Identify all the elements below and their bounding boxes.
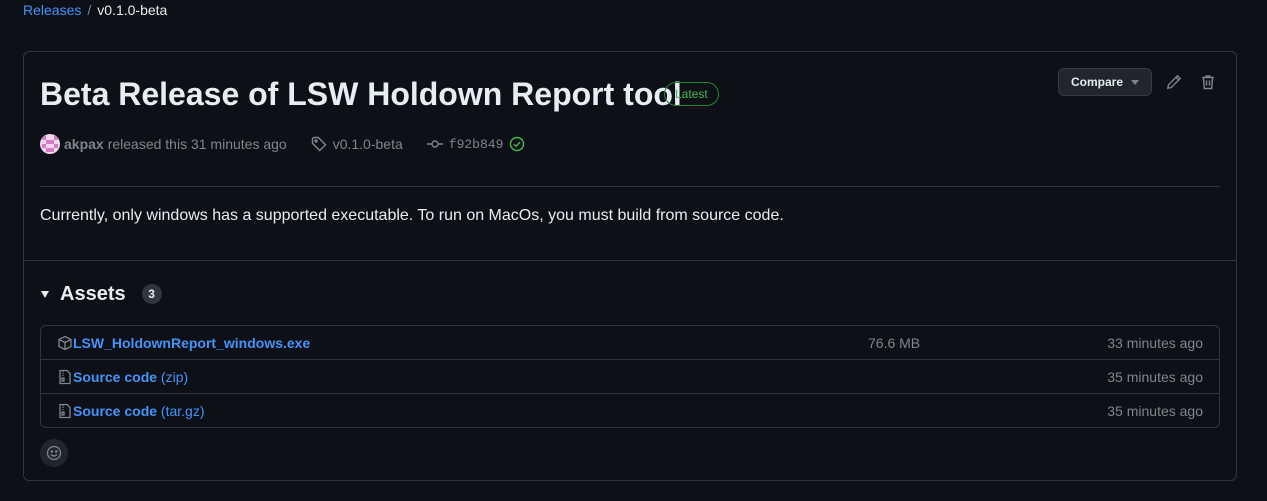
avatar[interactable] <box>40 134 60 154</box>
breadcrumb-current: v0.1.0-beta <box>97 2 168 18</box>
tag-name: v0.1.0-beta <box>332 136 403 152</box>
verified-check-icon[interactable] <box>509 136 525 152</box>
compare-button[interactable]: Compare <box>1057 68 1152 96</box>
assets-list: LSW_HoldownReport_windows.exe 76.6 MB 33… <box>40 325 1220 428</box>
add-reaction-button[interactable] <box>40 439 68 467</box>
breadcrumb-releases-link[interactable]: Releases <box>23 1 81 19</box>
compare-label: Compare <box>1070 75 1123 89</box>
asset-time: 33 minutes ago <box>1107 334 1203 351</box>
released-text: released this 31 minutes ago <box>107 136 287 152</box>
git-commit-icon <box>426 140 443 148</box>
asset-time: 35 minutes ago <box>1107 368 1203 385</box>
file-zip-icon <box>57 369 73 385</box>
tag-icon <box>311 136 327 152</box>
asset-download-link[interactable]: Source code (tar.gz) <box>73 403 205 419</box>
assets-section: Assets 3 LSW_HoldownReport_windows.exe 7… <box>24 261 1236 428</box>
release-notes: Currently, only windows has a supported … <box>40 207 784 224</box>
asset-size: 76.6 MB <box>868 334 921 351</box>
asset-row: Source code (tar.gz) 35 minutes ago <box>41 393 1219 427</box>
release-actions: Compare <box>1057 68 1220 96</box>
file-zip-icon <box>57 403 73 419</box>
assets-toggle[interactable]: Assets 3 <box>40 261 1220 325</box>
release-title[interactable]: Beta Release of LSW Holdown Report tool <box>40 76 682 112</box>
triangle-down-icon <box>41 290 49 298</box>
release-meta: akpax released this 31 minutes ago v0.1.… <box>40 134 525 154</box>
smiley-icon <box>46 445 62 461</box>
latest-badge: Latest <box>664 82 719 106</box>
asset-row: Source code (zip) 35 minutes ago <box>41 359 1219 393</box>
asset-download-link[interactable]: LSW_HoldownReport_windows.exe <box>73 335 310 351</box>
delete-button[interactable] <box>1196 70 1220 94</box>
asset-download-link[interactable]: Source code (zip) <box>73 369 188 385</box>
release-header: Beta Release of LSW Holdown Report tool … <box>24 52 1236 260</box>
edit-button[interactable] <box>1162 70 1186 94</box>
release-card: Beta Release of LSW Holdown Report tool … <box>23 51 1237 481</box>
assets-title: Assets <box>60 282 126 305</box>
commit-sha: f92b849 <box>448 136 504 152</box>
package-icon <box>57 335 73 351</box>
asset-row: LSW_HoldownReport_windows.exe 76.6 MB 33… <box>41 326 1219 359</box>
breadcrumb: Releases / v0.1.0-beta <box>23 0 167 20</box>
author-link[interactable]: akpax <box>64 136 104 152</box>
tag-link[interactable]: v0.1.0-beta <box>311 136 403 152</box>
header-divider <box>40 186 1220 187</box>
breadcrumb-separator: / <box>87 2 92 18</box>
commit-link[interactable]: f92b849 <box>426 136 526 152</box>
assets-count-badge: 3 <box>141 284 162 304</box>
pencil-icon <box>1166 74 1182 90</box>
trash-icon <box>1202 75 1214 90</box>
asset-time: 35 minutes ago <box>1107 402 1203 419</box>
triangle-down-icon <box>1131 79 1139 85</box>
